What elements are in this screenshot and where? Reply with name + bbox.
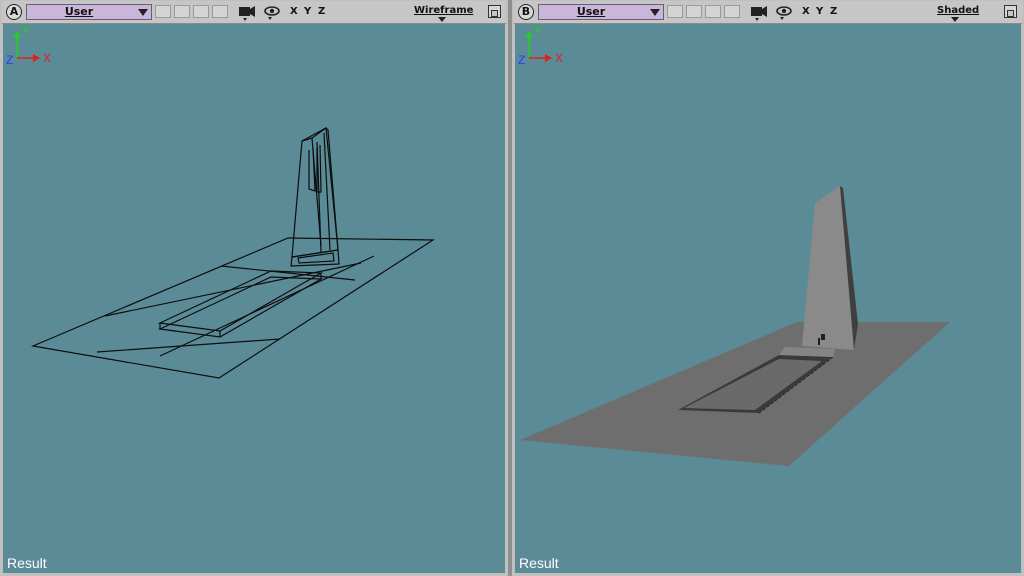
viewport-letter[interactable]: B [518,4,534,20]
camera-icon[interactable] [238,4,256,21]
shading-mode-dropdown[interactable]: Shaded [937,5,979,17]
axis-x-button[interactable]: X [802,5,810,19]
eye-icon[interactable] [775,4,793,21]
slot-4[interactable] [212,5,228,18]
slot-3[interactable] [193,5,209,18]
slot-2[interactable] [686,5,702,18]
gizmo-y-label: Y [534,24,542,38]
gizmo-z-label: Z [6,53,13,67]
maximize-icon[interactable] [1004,5,1017,18]
viewport-b-canvas[interactable]: Y X Z Result [515,24,1021,573]
tower-wireframe [290,127,340,267]
slot-1[interactable] [667,5,683,18]
axis-y-button[interactable]: Y [304,5,311,19]
gizmo-y-label: Y [22,24,30,38]
chevron-down-icon [951,17,959,22]
gizmo-x-label: X [555,51,563,65]
eye-icon[interactable] [263,4,281,21]
camera-dropdown[interactable]: User [26,4,152,20]
axis-y-button[interactable]: Y [816,5,823,19]
gizmo-z-label: Z [518,53,525,67]
viewport-b-toolbar: B User X Y Z Shaded [514,1,1022,24]
camera-label: User [576,5,606,18]
gizmo-x-label: X [43,51,51,65]
camera-icon[interactable] [750,4,768,21]
chevron-down-icon [650,9,660,16]
axis-gizmo: Y X Z [518,24,563,67]
shading-mode-dropdown[interactable]: Wireframe [414,5,473,17]
slot-1[interactable] [155,5,171,18]
chevron-down-icon [138,9,148,16]
viewport-a-toolbar: A User X Y Z Wireframe [2,1,506,24]
wireframe-scene [30,127,435,379]
viewport-b[interactable]: B User X Y Z Shaded Y X Z Result [512,0,1024,576]
chevron-down-icon [438,17,446,22]
slot-3[interactable] [705,5,721,18]
camera-label: User [64,5,94,18]
status-label: Result [519,555,559,571]
slot-4[interactable] [724,5,740,18]
axis-gizmo: Y X Z [6,24,51,67]
camera-dropdown[interactable]: User [538,4,664,20]
axis-x-button[interactable]: X [290,5,298,19]
shaded-scene [520,186,950,466]
viewport-a-canvas[interactable]: Y X Z Result [3,24,505,573]
ground-plane-wireframe [30,237,435,379]
viewport-letter[interactable]: A [6,4,22,20]
axis-z-button[interactable]: Z [830,5,837,19]
status-label: Result [7,555,47,571]
axis-z-button[interactable]: Z [318,5,325,19]
slot-2[interactable] [174,5,190,18]
viewport-a[interactable]: A User X Y Z Wireframe Y X Z Result [0,0,508,576]
tower-front-face [802,186,854,350]
maximize-icon[interactable] [488,5,501,18]
